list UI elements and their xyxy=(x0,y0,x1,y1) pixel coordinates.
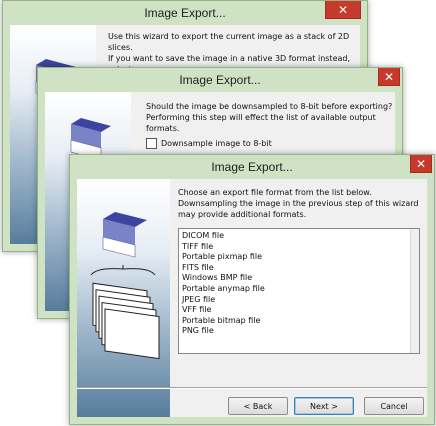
downsample-checkbox[interactable] xyxy=(146,138,157,149)
format-list-scrollbar[interactable] xyxy=(410,229,419,353)
format-list-item[interactable]: PNG file xyxy=(179,326,419,337)
cancel-button[interactable]: Cancel xyxy=(364,397,424,415)
format-list-item[interactable]: JPEG file xyxy=(179,295,419,306)
dialog-2-titlebar[interactable]: Image Export... xyxy=(38,68,402,92)
format-list-item[interactable]: FITS file xyxy=(179,263,419,274)
button-separator xyxy=(77,387,427,389)
dialog-1-titlebar[interactable]: Image Export... xyxy=(3,1,367,25)
format-list-item[interactable]: TIFF file xyxy=(179,242,419,253)
dialog-1-title: Image Export... xyxy=(144,6,226,20)
dialog-3-description: Choose an export file format from the li… xyxy=(178,188,419,219)
back-button[interactable]: < Back xyxy=(228,397,288,415)
cube-icon xyxy=(102,212,147,258)
downsample-checkbox-label: Downsample image to 8-bit xyxy=(161,139,272,148)
dialog-2-title: Image Export... xyxy=(179,73,261,87)
dialog-3-titlebar[interactable]: Image Export... xyxy=(70,155,434,179)
dialog-2-description: Should the image be downsampled to 8-bit… xyxy=(146,102,393,133)
format-list-item[interactable]: DICOM file xyxy=(179,231,419,242)
dialog-3: Image Export... ✕ Choose an export file … xyxy=(69,154,435,425)
dialog-3-client: Choose an export file format from the li… xyxy=(77,179,427,417)
format-list-item[interactable]: Portable anymap file xyxy=(179,284,419,295)
format-list[interactable]: DICOM file TIFF file Portable pixmap file F… xyxy=(178,228,420,354)
dialog-2-close-button[interactable]: ✕ xyxy=(378,68,400,86)
dialog-3-title: Image Export... xyxy=(211,160,293,174)
format-list-item[interactable]: Portable bitmap file xyxy=(179,316,419,327)
format-list-item[interactable]: VFF file xyxy=(179,305,419,316)
dialog-1-close-button[interactable]: ✕ xyxy=(325,1,361,19)
next-button[interactable]: Next > xyxy=(294,397,354,415)
format-list-item[interactable]: Portable pixmap file xyxy=(179,252,419,263)
dialog-3-close-button[interactable]: ✕ xyxy=(410,155,432,173)
stack-icon xyxy=(90,265,160,360)
dialog-3-side-panel xyxy=(77,179,170,417)
format-list-item[interactable]: Windows BMP file xyxy=(179,273,419,284)
downsample-checkbox-row[interactable]: Downsample image to 8-bit xyxy=(146,138,272,149)
